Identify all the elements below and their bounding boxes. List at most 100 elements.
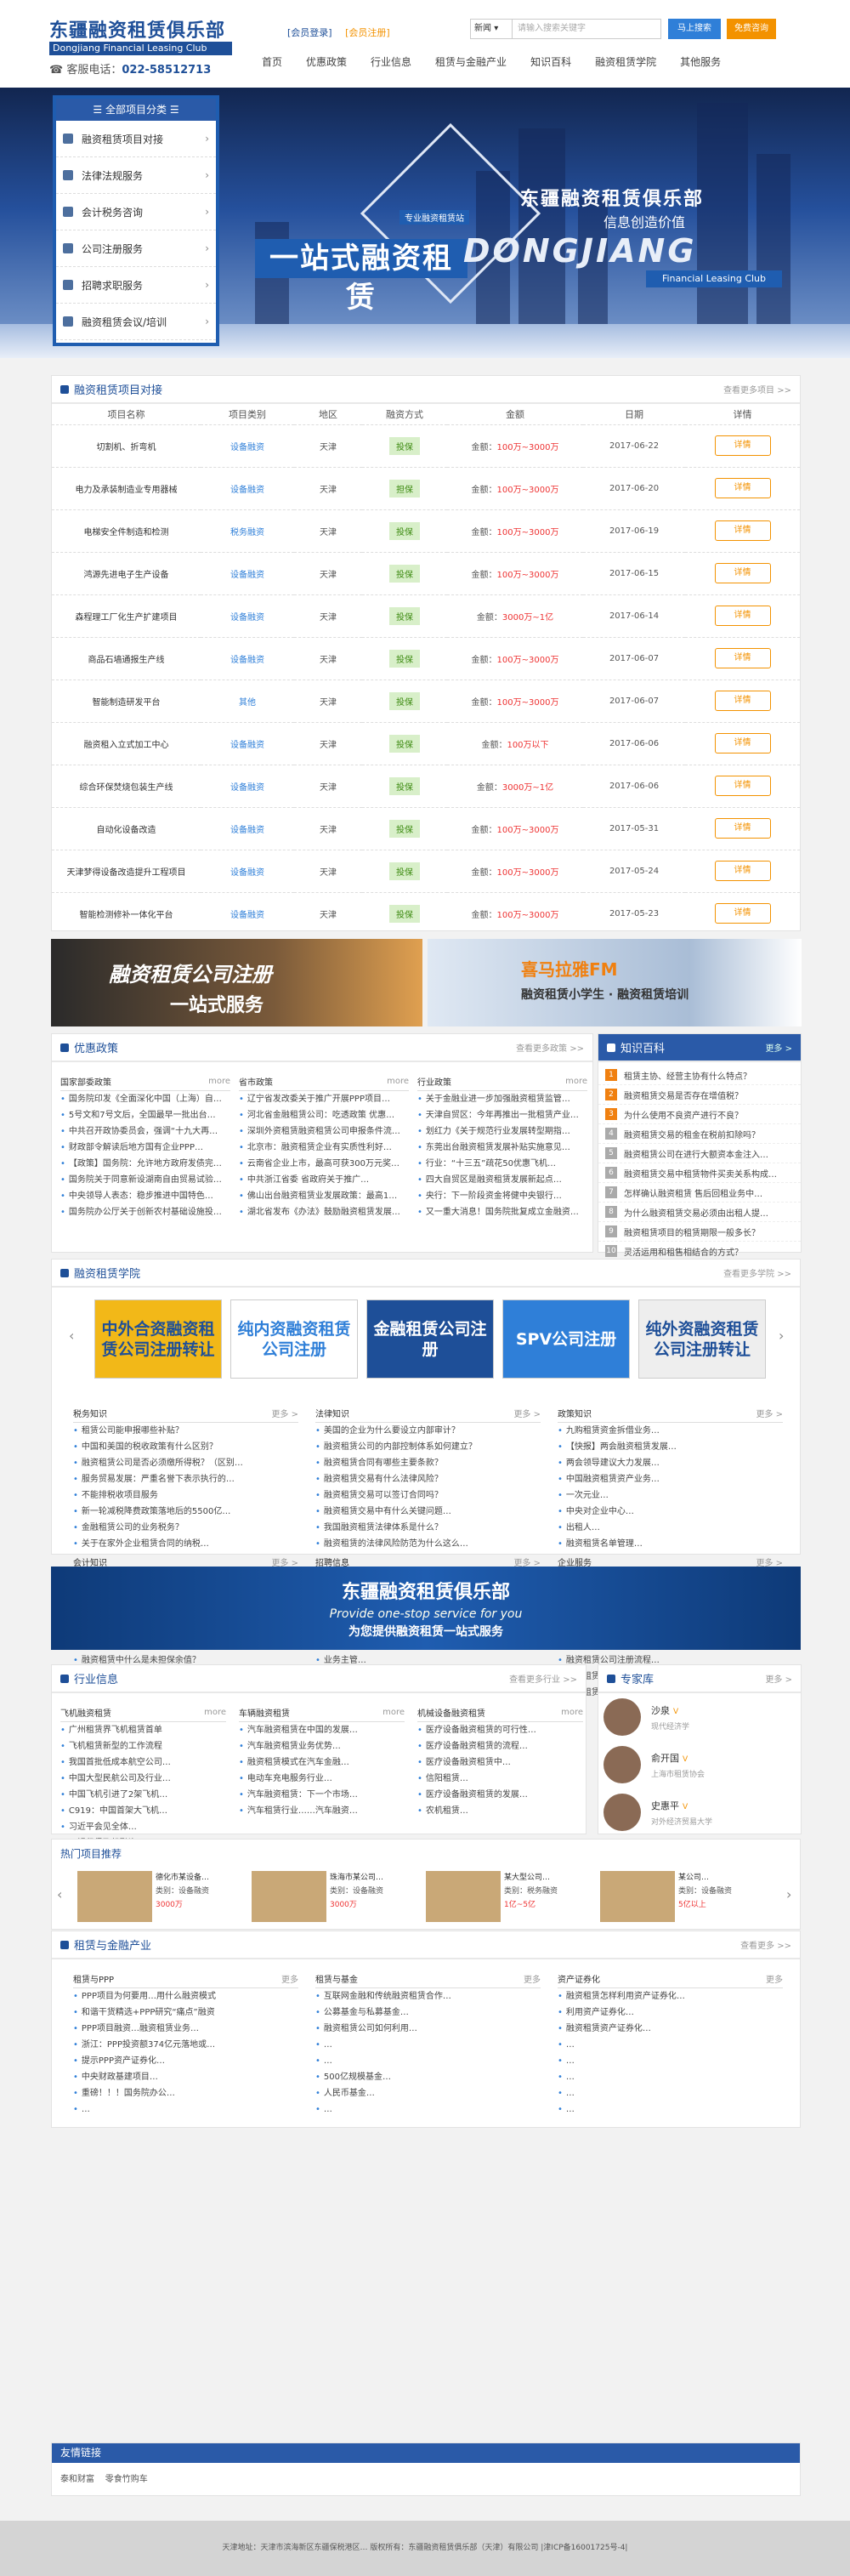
detail-button[interactable]: 详情 bbox=[714, 776, 771, 796]
knowledge-item[interactable]: 1 租赁主协、经营主协有什么特点？ bbox=[598, 1066, 801, 1085]
list-item[interactable]: • 服务贸易发展：严重名誉下表示执行的… bbox=[73, 1471, 298, 1487]
list-item[interactable]: • 中共召开政协委员会，强调“十九大再… bbox=[60, 1123, 230, 1140]
nav-other[interactable]: 其他服务 bbox=[680, 54, 721, 69]
project-category[interactable]: 设备融资 bbox=[201, 721, 294, 765]
list-item[interactable]: • 中国和美国的税收政策有什么区别？ bbox=[73, 1439, 298, 1455]
list-item[interactable]: • 两会领导建议大力发展… bbox=[558, 1455, 783, 1471]
arrow-right-icon[interactable]: › bbox=[779, 1328, 784, 1344]
list-item[interactable]: • 中央领导人表态：稳步推进中国特色… bbox=[60, 1188, 230, 1204]
academy-tile[interactable]: 金融租赁公司注册 bbox=[366, 1299, 494, 1379]
list-item[interactable]: • 融资租赁公司是否必须缴所得税？（区别… bbox=[73, 1455, 298, 1471]
list-item[interactable]: • 医疗设备融资租赁中… bbox=[417, 1754, 583, 1771]
column-more-link[interactable]: more bbox=[565, 1077, 587, 1086]
project-name[interactable]: 智能检测修补一体化平台 bbox=[52, 891, 201, 935]
category-item[interactable]: 融资租赁会议/培训 › bbox=[56, 304, 216, 340]
knowledge-item[interactable]: 6 融资租赁交易中租赁物件买卖关系构成… bbox=[598, 1163, 801, 1183]
list-item[interactable]: •… bbox=[558, 2101, 783, 2118]
list-item[interactable]: • 融资租赁名单管理… bbox=[558, 1536, 783, 1552]
project-name[interactable]: 电梯安全件制造和检测 bbox=[52, 509, 201, 552]
arrow-right-icon[interactable]: › bbox=[786, 1886, 791, 1902]
list-item[interactable]: • 美国的企业为什么要设立内部审计？ bbox=[315, 1423, 541, 1439]
list-item[interactable]: • 辽宁省发改委关于推广开展PPP项目… bbox=[239, 1091, 409, 1107]
more-link[interactable]: 查看更多学院 >> bbox=[723, 1266, 791, 1279]
more-link[interactable]: 更多 > bbox=[765, 1041, 792, 1054]
column-more-link[interactable]: more bbox=[382, 1708, 405, 1717]
detail-button[interactable]: 详情 bbox=[714, 563, 771, 583]
more-link[interactable]: 更多 > bbox=[765, 1672, 792, 1685]
list-item[interactable]: • 汽车融资租赁业务优势… bbox=[239, 1738, 405, 1754]
list-item[interactable]: • 九购租赁资金拆借业务… bbox=[558, 1423, 783, 1439]
project-category[interactable]: 设备融资 bbox=[201, 849, 294, 892]
logo[interactable]: 东疆融资租赁俱乐部 Dongjiang Financial Leasing Cl… bbox=[49, 20, 232, 77]
ad-training[interactable]: 喜马拉雅FM 融资租赁小学生 · 融资租赁培训 bbox=[428, 939, 802, 1026]
detail-button[interactable]: 详情 bbox=[714, 606, 771, 626]
nav-knowledge[interactable]: 知识百科 bbox=[530, 54, 571, 69]
list-item[interactable]: • C919：中国首架大飞机… bbox=[60, 1803, 226, 1819]
knowledge-item[interactable]: 9 融资租赁项目的租赁期限一般多长？ bbox=[598, 1222, 801, 1242]
hot-item[interactable]: 某大型公司… 类别：税务融资 1亿~5亿 bbox=[426, 1871, 587, 1922]
column-more-link[interactable]: 更多 > bbox=[271, 1407, 298, 1419]
list-item[interactable]: • 中国融资租赁资产业务… bbox=[558, 1471, 783, 1487]
list-item[interactable]: • 提示PPP资产证券化… bbox=[73, 2053, 298, 2069]
list-item[interactable]: • 融资租赁模式在汽车金融… bbox=[239, 1754, 405, 1771]
project-category[interactable]: 设备融资 bbox=[201, 424, 294, 467]
list-item[interactable]: • 关于在家外企业租赁合同的纳税… bbox=[73, 1536, 298, 1552]
list-item[interactable]: •… bbox=[558, 2085, 783, 2101]
academy-tile[interactable]: 纯内资融资租赁公司注册 bbox=[230, 1299, 358, 1379]
list-item[interactable]: •… bbox=[315, 2053, 541, 2069]
list-item[interactable]: • 中国大型民航公司及行业… bbox=[60, 1771, 226, 1787]
nav-academy[interactable]: 融资租赁学院 bbox=[595, 54, 656, 69]
more-link[interactable]: 查看更多项目 >> bbox=[723, 383, 791, 395]
project-category[interactable]: 设备融资 bbox=[201, 594, 294, 637]
list-item[interactable]: •… bbox=[315, 2037, 541, 2053]
more-link[interactable]: 查看更多 >> bbox=[740, 1938, 791, 1951]
free-consult-button[interactable]: 免费咨询 bbox=[727, 19, 776, 39]
detail-button[interactable]: 详情 bbox=[714, 733, 771, 753]
list-item[interactable]: • 出租人… bbox=[558, 1520, 783, 1536]
list-item[interactable]: • 中国飞机引进了2架飞机… bbox=[60, 1787, 226, 1803]
list-item[interactable]: • 中共浙江省委 省政府关于推广… bbox=[239, 1172, 409, 1188]
knowledge-item[interactable]: 7 怎样确认融资租赁 售后回租业务中… bbox=[598, 1183, 801, 1203]
list-item[interactable]: • 融资租赁合同有哪些主要条款？ bbox=[315, 1455, 541, 1471]
project-name[interactable]: 商品石墙通报生产线 bbox=[52, 636, 201, 680]
more-link[interactable]: 查看更多行业 >> bbox=[509, 1672, 577, 1685]
detail-button[interactable]: 详情 bbox=[714, 435, 771, 456]
list-item[interactable]: • 央行：下一阶段资金将健中央银行… bbox=[417, 1188, 587, 1204]
list-item[interactable]: • 飞机租赁新型的工作流程 bbox=[60, 1738, 226, 1754]
list-item[interactable]: • 融资租赁资产证券化… bbox=[558, 2021, 783, 2037]
list-item[interactable]: • 习近平会见全体… bbox=[60, 1819, 226, 1835]
academy-tile[interactable]: SPV公司注册 bbox=[502, 1299, 630, 1379]
more-link[interactable]: 查看更多政策 >> bbox=[516, 1041, 584, 1054]
list-item[interactable]: • 湖北省发布《办法》鼓励融资租赁发展… bbox=[239, 1204, 409, 1220]
nav-home[interactable]: 首页 bbox=[262, 54, 282, 69]
detail-button[interactable]: 详情 bbox=[714, 861, 771, 881]
detail-button[interactable]: 详情 bbox=[714, 478, 771, 498]
column-more-link[interactable]: 更多 > bbox=[756, 1407, 783, 1419]
arrow-left-icon[interactable]: ‹ bbox=[69, 1328, 74, 1344]
project-name[interactable]: 电力及承装制造业专用器械 bbox=[52, 466, 201, 509]
list-item[interactable]: • 不能排税收项目服务 bbox=[73, 1487, 298, 1504]
academy-tile[interactable]: 中外合资融资租赁公司注册转让 bbox=[94, 1299, 222, 1379]
list-item[interactable]: •… bbox=[558, 2053, 783, 2069]
knowledge-item[interactable]: 4 融资租赁交易的租金在税前扣除吗？ bbox=[598, 1124, 801, 1144]
hot-item[interactable]: 德化市某设备… 类别：设备融资 3000万 bbox=[77, 1871, 239, 1922]
list-item[interactable]: • 划红力《关于规范行业发展转型期指… bbox=[417, 1123, 587, 1140]
column-more-link[interactable]: more bbox=[208, 1077, 230, 1086]
list-item[interactable]: • 互联网金融和传统融资租赁合作… bbox=[315, 1988, 541, 2005]
project-category[interactable]: 设备融资 bbox=[201, 551, 294, 594]
list-item[interactable]: • 佛山出台融资租赁业发展政策：最高1… bbox=[239, 1188, 409, 1204]
list-item[interactable]: • 国务院关于同意新设湖南自由贸易试验… bbox=[60, 1172, 230, 1188]
detail-button[interactable]: 详情 bbox=[714, 648, 771, 668]
expert-item[interactable]: 俞开国 V 上海市租赁协会 bbox=[598, 1741, 801, 1788]
list-item[interactable]: • 中央对企业中心… bbox=[558, 1504, 783, 1520]
list-item[interactable]: • 公募基金与私募基金… bbox=[315, 2005, 541, 2021]
list-item[interactable]: • 融资租赁交易可以签订合同吗？ bbox=[315, 1487, 541, 1504]
list-item[interactable]: • 医疗设备融资租赁的可行性… bbox=[417, 1722, 583, 1738]
list-item[interactable]: •… bbox=[73, 2101, 298, 2118]
list-item[interactable]: • 四大自贸区是融资租赁发展新起点… bbox=[417, 1172, 587, 1188]
list-item[interactable]: • 融资租赁公司的内部控制体系如何建立？ bbox=[315, 1439, 541, 1455]
list-item[interactable]: • 医疗设备融资租赁的流程… bbox=[417, 1738, 583, 1754]
list-item[interactable]: • 电动车充电服务行业… bbox=[239, 1771, 405, 1787]
category-item[interactable]: 招聘求职服务 › bbox=[56, 267, 216, 304]
list-item[interactable]: • 我国首批低成本航空公司… bbox=[60, 1754, 226, 1771]
